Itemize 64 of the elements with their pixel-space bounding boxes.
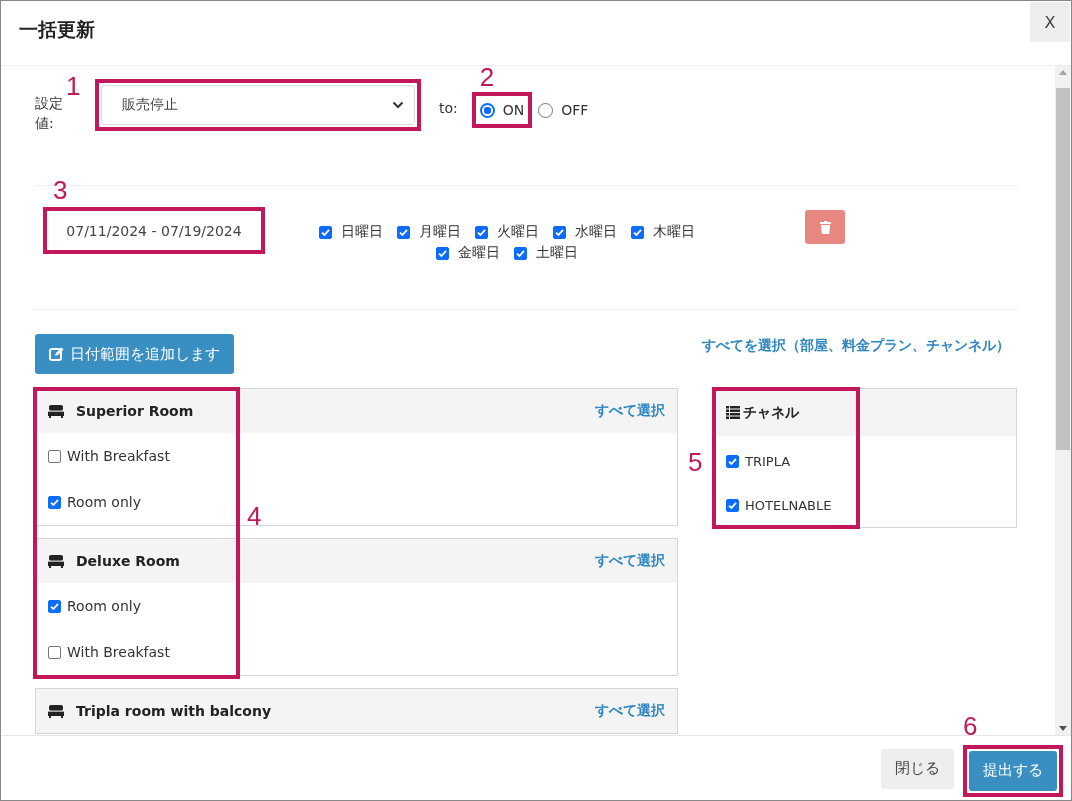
weekday-label: 火曜日 bbox=[497, 223, 539, 241]
weekday-label: 月曜日 bbox=[419, 223, 461, 241]
date-range-field[interactable]: 07/11/2024 - 07/19/2024 bbox=[47, 211, 261, 250]
close-button[interactable]: X bbox=[1030, 2, 1070, 42]
radio-button[interactable] bbox=[538, 102, 554, 118]
plan-label: With Breakfast bbox=[67, 448, 170, 464]
scroll-down-arrow-icon[interactable] bbox=[1059, 726, 1067, 731]
weekday-label: 金曜日 bbox=[458, 244, 500, 262]
submit-button[interactable]: 提出する bbox=[969, 750, 1057, 791]
bed-icon bbox=[48, 404, 64, 418]
select-all-link[interactable]: すべて選択 bbox=[595, 552, 665, 570]
close-button[interactable]: 閉じる bbox=[881, 748, 954, 789]
channel-title: チャネル bbox=[743, 403, 799, 422]
checkbox[interactable] bbox=[397, 225, 410, 239]
callout-number: 5 bbox=[688, 449, 703, 475]
list-icon bbox=[726, 406, 740, 419]
edit-icon bbox=[49, 346, 64, 362]
checkbox[interactable] bbox=[726, 498, 739, 512]
weekday-label: 水曜日 bbox=[575, 223, 617, 241]
callout-number: 4 bbox=[247, 503, 262, 529]
checkbox[interactable] bbox=[48, 599, 61, 613]
select-all-link[interactable]: すべて選択 bbox=[595, 702, 665, 720]
checkbox[interactable] bbox=[475, 225, 488, 239]
delete-button[interactable] bbox=[805, 210, 845, 244]
chevron-icon bbox=[392, 101, 404, 109]
checkbox[interactable] bbox=[726, 454, 739, 468]
plan-label: Room only bbox=[67, 598, 141, 614]
callout-number: 1 bbox=[66, 73, 81, 99]
add-date-range-button[interactable]: 日付範囲を追加します bbox=[35, 334, 234, 374]
bed-icon bbox=[48, 704, 64, 718]
plan-label: With Breakfast bbox=[67, 644, 170, 660]
radio-label: ON bbox=[502, 102, 525, 118]
select-value: 販売停止 bbox=[122, 96, 178, 114]
callout-number: 6 bbox=[963, 712, 978, 739]
channel-label: TRIPLA bbox=[745, 453, 791, 469]
weekday-label: 土曜日 bbox=[536, 244, 578, 262]
scrollbar[interactable] bbox=[1055, 66, 1071, 735]
checkbox[interactable] bbox=[631, 225, 644, 239]
select-all-link[interactable]: すべてを選択（部屋、料金プラン、チャンネル） bbox=[702, 337, 1010, 355]
room-name: Deluxe Room bbox=[76, 553, 180, 569]
checkbox[interactable] bbox=[48, 645, 61, 659]
weekday-label: 木曜日 bbox=[653, 223, 695, 241]
callout-number: 3 bbox=[53, 177, 68, 203]
setting-label: 設定値: bbox=[35, 94, 64, 133]
checkbox[interactable] bbox=[48, 495, 61, 509]
setting-select[interactable]: 販売停止 bbox=[101, 85, 415, 125]
checkbox[interactable] bbox=[48, 449, 61, 463]
checkbox[interactable] bbox=[553, 225, 566, 239]
room-name: Tripla room with balcony bbox=[76, 703, 271, 719]
bed-icon bbox=[48, 554, 64, 568]
checkbox[interactable] bbox=[319, 225, 332, 239]
to-label: to: bbox=[439, 100, 458, 116]
callout-number: 2 bbox=[479, 66, 495, 90]
weekday-label: 日曜日 bbox=[341, 223, 383, 241]
room-name: Superior Room bbox=[76, 403, 194, 419]
channel-label: HOTELNABLE bbox=[745, 497, 832, 513]
radio-button[interactable] bbox=[479, 102, 495, 118]
checkbox[interactable] bbox=[514, 246, 527, 260]
checkbox[interactable] bbox=[436, 246, 449, 260]
radio-label: OFF bbox=[561, 102, 589, 118]
trash-icon bbox=[819, 220, 831, 234]
plan-label: Room only bbox=[67, 494, 141, 510]
select-all-link[interactable]: すべて選択 bbox=[595, 402, 665, 420]
dialog-title: 一括更新 bbox=[19, 17, 95, 42]
